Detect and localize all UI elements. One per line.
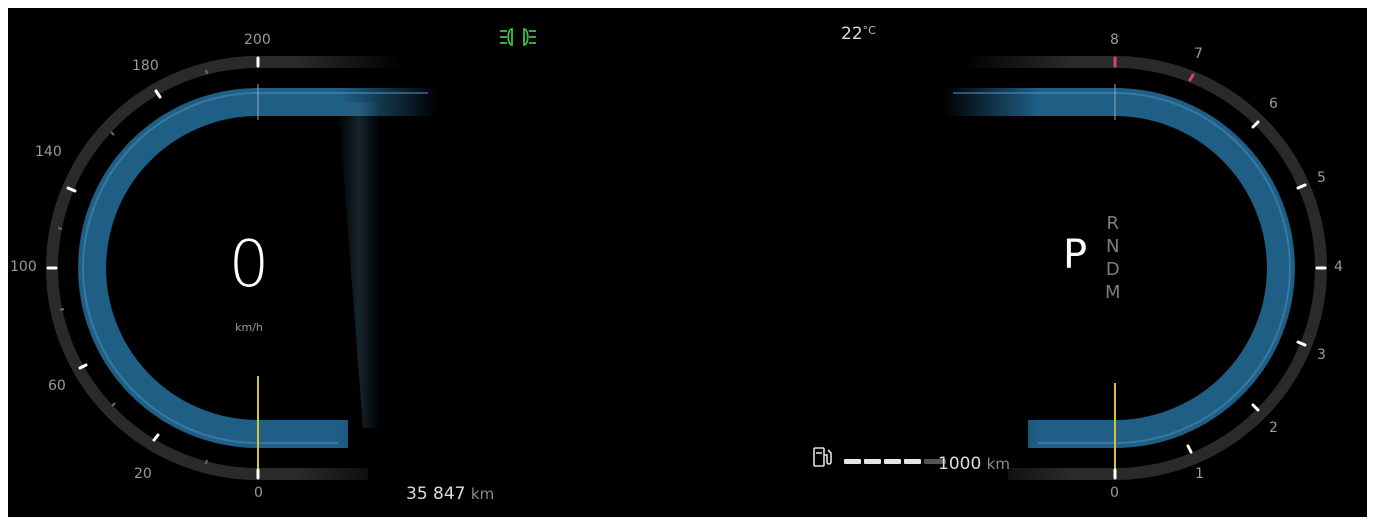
speed-label-180: 180 [132,58,159,74]
rpm-label-2: 2 [1269,420,1278,436]
outside-temperature: 22°C [841,24,876,44]
speed-value: 0 [228,228,270,302]
gear-options: R N D M [1105,212,1121,304]
gear-current: P [1063,232,1088,278]
gear-option-m: M [1105,282,1121,303]
rpm-label-4: 4 [1334,259,1343,275]
temperature-value: 22 [841,24,863,44]
odometer: 35 847 km [406,484,494,504]
gear-option-r: R [1106,213,1120,234]
fuel-segment [904,459,921,464]
rpm-label-6: 6 [1269,96,1278,112]
speed-label-100: 100 [10,259,37,275]
tachometer-arc-shine [953,92,1291,444]
speed-label-0: 0 [254,485,263,501]
low-beam-headlight-icon [500,28,536,46]
speed-label-200: 200 [244,32,271,48]
instrument-cluster: 200 180 140 100 60 20 0 8 7 6 5 4 3 2 1 … [8,8,1367,517]
fuel-level-bar [844,459,946,465]
fuel-pump-icon [813,447,832,467]
speed-label-60: 60 [48,378,66,394]
speed-label-20: 20 [134,466,152,482]
rpm-label-5: 5 [1317,170,1326,186]
odometer-unit: km [470,485,495,503]
range-unit: km [986,455,1010,473]
speedometer-beam [338,102,380,428]
fuel-segment [844,459,861,464]
rpm-label-7: 7 [1194,46,1203,62]
gauge-arcs [46,56,1327,480]
odometer-value: 35 847 [406,484,466,504]
rpm-label-1: 1 [1195,466,1204,482]
range-value: 1000 [938,454,982,474]
gear-option-n: N [1106,236,1120,257]
speed-label-140: 140 [35,144,62,160]
rpm-label-3: 3 [1317,347,1326,363]
temperature-unit: °C [862,24,876,37]
gear-option-d: D [1105,259,1120,280]
rpm-label-0: 0 [1110,485,1119,501]
range-remaining: 1000 km [938,454,1010,474]
fuel-segment [864,459,881,464]
rpm-label-8: 8 [1110,32,1119,48]
fuel-segment [884,459,901,464]
speed-unit: km/h [235,321,263,334]
